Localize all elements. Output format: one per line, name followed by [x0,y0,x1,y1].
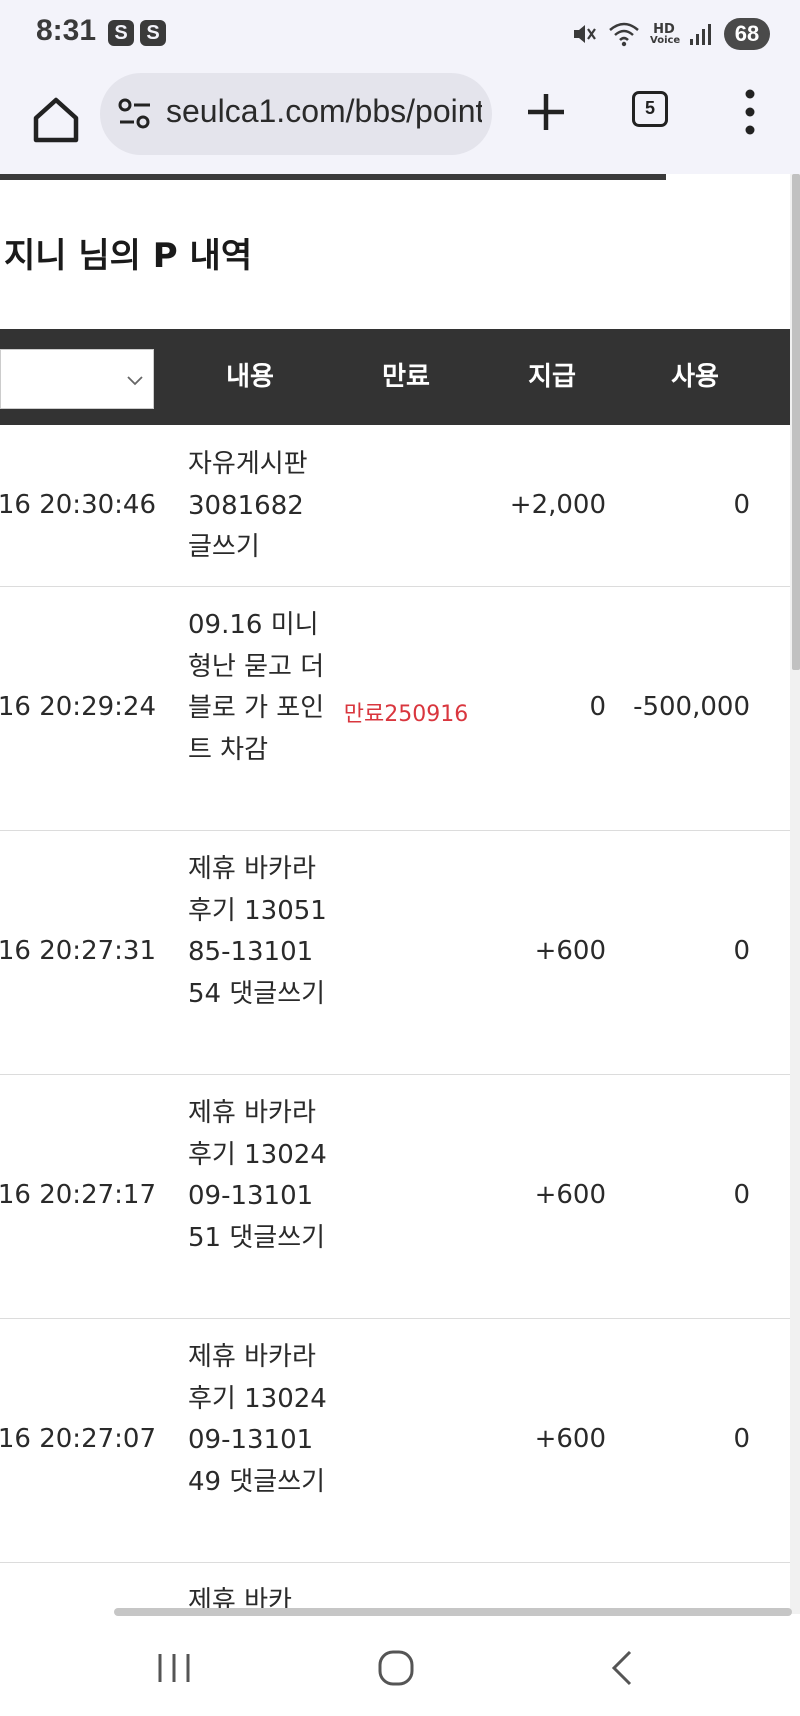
table-row: 2025-09-16 20:27:17 제휴 바카라후기 1302409-131… [0,1075,790,1319]
row-give: 0 [589,692,606,722]
row-date: 2025-09-16 20:27:07 [0,1424,156,1454]
header-give: 지급 [528,362,576,392]
address-bar[interactable]: seulca1.com/bbs/point.php [100,73,492,155]
table-row: 2025-09-16 20:27:07 제휴 바카라후기 1302409-131… [0,1319,790,1563]
row-give: +600 [534,1180,606,1210]
new-tab-icon[interactable] [520,86,572,138]
back-icon[interactable] [598,1644,646,1692]
battery-icon: 68 [724,18,770,50]
row-date: 2025-09-16 20:27:31 [0,936,156,966]
home-icon[interactable] [26,90,86,150]
row-content: 제휴 바카라후기 1305185-1310154 댓글쓰기 [188,854,327,1009]
row-date: 2025-09-16 20:27:17 [0,1180,156,1210]
notification-s-icon: S [140,20,166,46]
tab-switcher-icon[interactable]: 5 [632,91,668,127]
row-use: -500,000 [633,692,750,722]
mute-icon [574,25,596,43]
more-menu-icon[interactable] [738,86,762,138]
page-load-progress [0,174,666,180]
row-content: 제휴 바카라후기 1302409-1310151 댓글쓰기 [188,1098,327,1253]
header-use: 사용 [671,362,719,392]
notification-s-icon: S [108,20,134,46]
url-text[interactable]: seulca1.com/bbs/point.php [166,93,482,130]
row-content: 제휴 바카라후기 1302409-1310149 댓글쓰기 [188,1342,327,1497]
home-nav-icon[interactable] [372,1644,420,1692]
header-expire: 만료 [382,362,430,392]
row-content: 자유게시판 3081682 글쓰기 [188,449,308,562]
page-title: 지니 님의 P 내역 [4,236,253,276]
table-row: 2025-09-16 20:30:46 자유게시판 3081682 글쓰기 +2… [0,426,790,587]
chevron-down-icon [127,376,143,386]
table-row: 2025-09-16 20:29:24 09.16 미니형난 묻고 더블로 가 … [0,587,790,831]
hd-voice-icon: HD Voice [650,21,681,46]
row-give: +600 [534,936,606,966]
recent-apps-icon[interactable] [150,1644,198,1692]
row-use: 0 [733,936,750,966]
horizontal-scrollbar-thumb[interactable] [114,1608,792,1616]
status-bar: 8:31 S S HD Voice 68 [0,0,800,68]
site-settings-icon[interactable] [116,95,154,133]
row-use: 0 [733,1424,750,1454]
signal-icon [690,24,711,45]
wifi-icon [609,22,639,47]
header-content: 내용 [226,362,274,392]
vertical-scrollbar-thumb[interactable] [792,174,800,670]
table-header: 내용 만료 지급 사용 [0,329,790,425]
row-use: 0 [733,1180,750,1210]
row-give: +600 [534,1424,606,1454]
date-filter-select[interactable] [0,349,154,409]
row-expire: 만료250916 [343,702,469,727]
row-content: 09.16 미니형난 묻고 더블로 가 포인트 차감 [188,610,325,765]
status-icons: HD Voice 68 [570,14,770,54]
row-date: 2025-09-16 20:29:24 [0,692,156,722]
status-time: 8:31 [36,14,97,47]
row-give: +2,000 [509,490,606,520]
row-date: 2025-09-16 20:30:46 [0,490,156,520]
row-use: 0 [733,490,750,520]
table-row: 2025-09-16 20:27:31 제휴 바카라후기 1305185-131… [0,831,790,1075]
browser-toolbar: seulca1.com/bbs/point.php 5 [0,68,800,174]
navigation-bar [0,1616,800,1716]
